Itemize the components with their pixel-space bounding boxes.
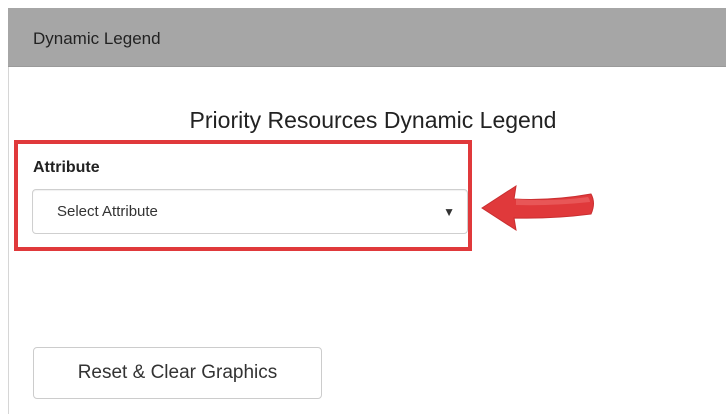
legend-title: Priority Resources Dynamic Legend xyxy=(189,107,557,133)
panel-header: Dynamic Legend xyxy=(8,8,726,67)
attribute-label: Attribute xyxy=(33,159,100,176)
attribute-select[interactable]: Select Attribute ▼ xyxy=(32,189,468,234)
attribute-select-value: Select Attribute xyxy=(57,203,158,220)
arrow-left-icon xyxy=(481,184,594,232)
panel-title: Dynamic Legend xyxy=(33,29,161,48)
caret-down-icon: ▼ xyxy=(443,205,455,219)
reset-clear-graphics-button[interactable]: Reset & Clear Graphics xyxy=(33,347,322,399)
